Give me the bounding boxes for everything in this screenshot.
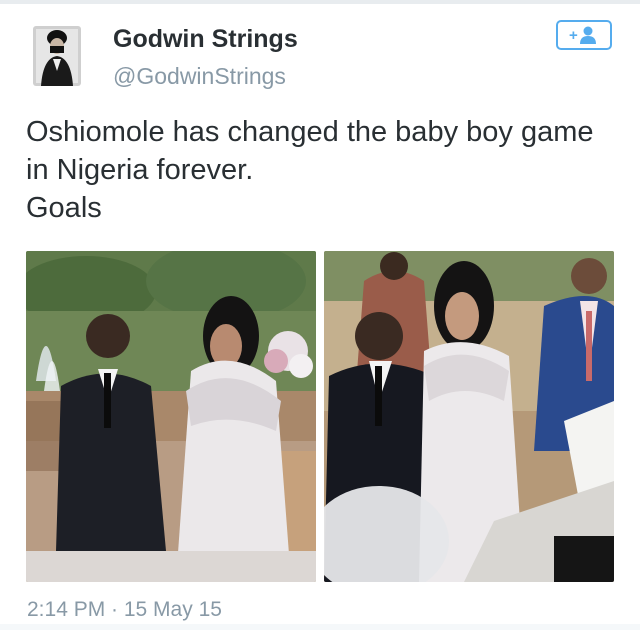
tweet-timestamp[interactable]: 2:14 PM · 15 May 15 <box>27 598 222 622</box>
author-handle[interactable]: @GodwinStrings <box>113 63 286 90</box>
tweet-photo-1[interactable] <box>26 251 316 582</box>
svg-text:+: + <box>569 27 578 44</box>
avatar[interactable] <box>33 26 81 86</box>
tweet-text: Oshiomole has changed the baby boy game … <box>26 113 626 227</box>
add-user-icon: + <box>569 26 596 44</box>
bottom-divider <box>0 624 640 630</box>
tweet-text-line: Oshiomole has changed the baby boy game <box>26 116 594 148</box>
tweet-photo-2[interactable] <box>324 251 614 582</box>
tweet-text-line: Goals <box>26 192 102 224</box>
wedding-photo-image <box>26 251 316 582</box>
top-divider <box>0 0 640 4</box>
tweet-text-line: in Nigeria forever. <box>26 154 254 186</box>
author-name[interactable]: Godwin Strings <box>113 25 298 54</box>
wedding-photo-image <box>324 251 614 582</box>
profile-photo-icon <box>33 26 81 86</box>
follow-button[interactable]: + <box>556 20 612 50</box>
